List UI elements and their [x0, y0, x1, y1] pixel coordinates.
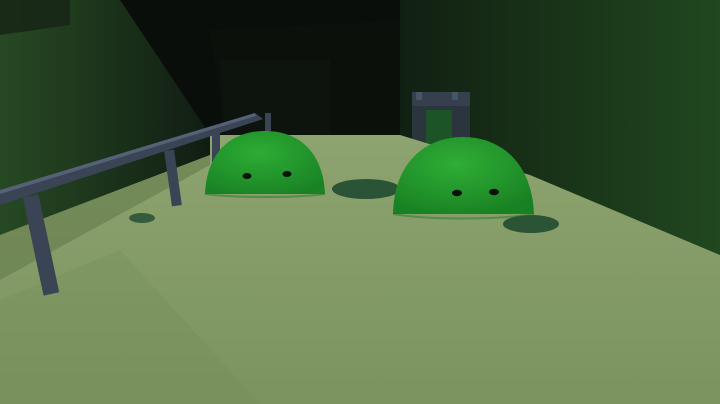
game-viewport[interactable]	[0, 0, 720, 404]
vignette	[0, 0, 720, 404]
3d-scene	[0, 0, 720, 404]
